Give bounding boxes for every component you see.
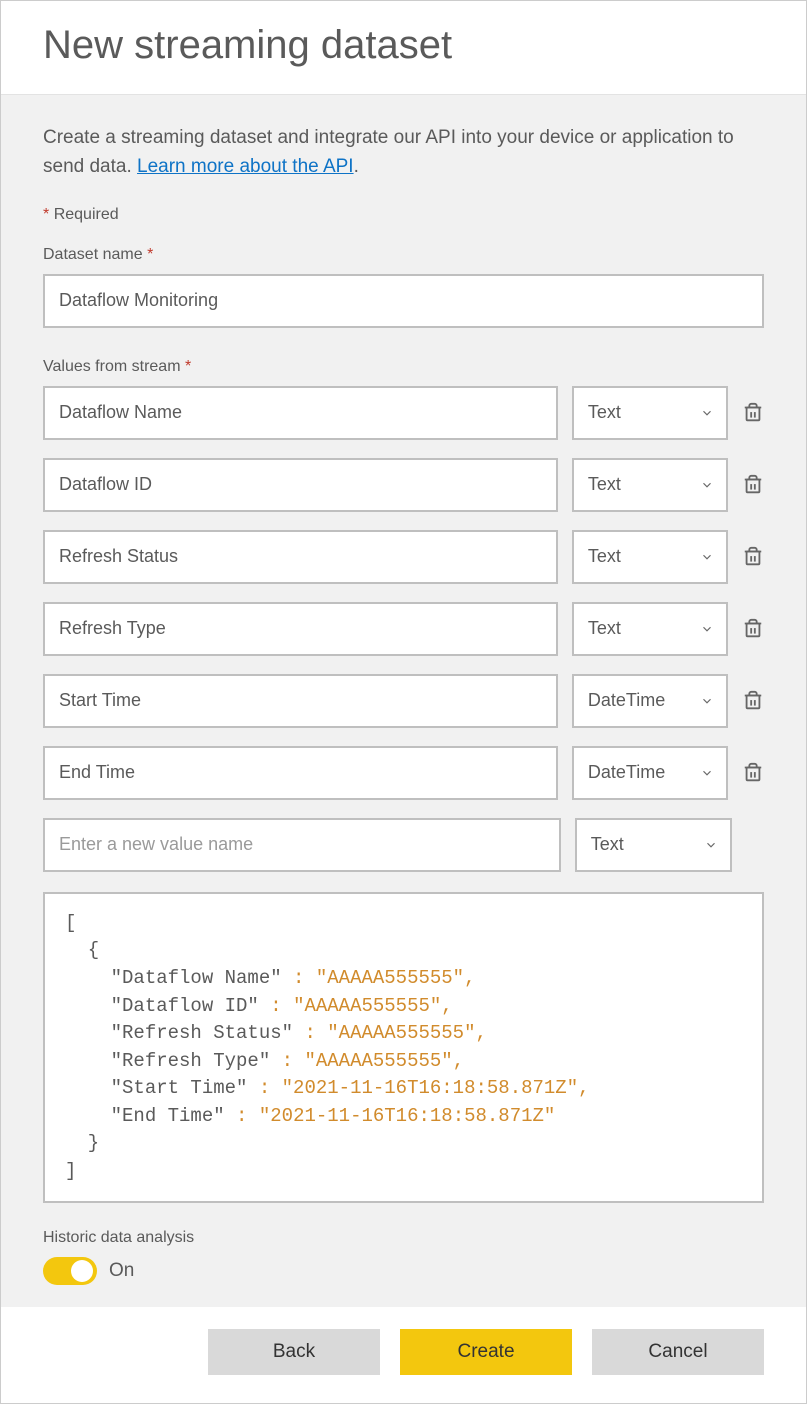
dataset-name-input[interactable] (43, 274, 764, 328)
back-button[interactable]: Back (208, 1329, 380, 1375)
stream-value-type-select[interactable]: Text (572, 386, 728, 440)
dialog-header: New streaming dataset (1, 1, 806, 94)
trash-icon (742, 762, 764, 784)
stream-value-new-name-input[interactable] (43, 818, 561, 872)
trash-icon (742, 474, 764, 496)
stream-value-row: DateTime (43, 674, 764, 728)
stream-value-name-input[interactable] (43, 530, 558, 584)
required-note: * Required (43, 206, 764, 224)
delete-row-button[interactable] (742, 616, 764, 642)
delete-row-button[interactable] (742, 760, 764, 786)
dialog-description: Create a streaming dataset and integrate… (43, 123, 764, 182)
chevron-down-icon (700, 766, 714, 780)
chevron-down-icon (700, 550, 714, 564)
stream-value-name-input[interactable] (43, 602, 558, 656)
trash-icon (742, 546, 764, 568)
chevron-down-icon (700, 694, 714, 708)
stream-value-name-input[interactable] (43, 386, 558, 440)
dataset-name-label: Dataset name * (43, 246, 764, 264)
chevron-down-icon (704, 838, 718, 852)
json-preview-text: [ { "Dataflow Name" : "AAAAA555555", "Da… (65, 910, 742, 1185)
json-preview-block: [ { "Dataflow Name" : "AAAAA555555", "Da… (43, 892, 764, 1203)
trash-icon (742, 618, 764, 640)
create-button[interactable]: Create (400, 1329, 572, 1375)
dialog-title: New streaming dataset (43, 23, 764, 68)
stream-value-type-label: Text (591, 834, 624, 855)
stream-value-row: DateTime (43, 746, 764, 800)
historic-analysis-state: On (109, 1260, 134, 1282)
required-asterisk-icon: * (43, 206, 49, 223)
stream-value-type-label: Text (588, 402, 621, 423)
stream-value-type-select[interactable]: Text (575, 818, 732, 872)
required-asterisk-icon: * (185, 358, 191, 375)
dialog-body: Create a streaming dataset and integrate… (1, 94, 806, 1307)
new-streaming-dataset-dialog: New streaming dataset Create a streaming… (0, 0, 807, 1404)
stream-value-name-input[interactable] (43, 458, 558, 512)
delete-row-button[interactable] (742, 400, 764, 426)
stream-value-row: Text (43, 386, 764, 440)
delete-row-button[interactable] (742, 688, 764, 714)
required-label: Required (54, 206, 119, 223)
trash-icon (742, 402, 764, 424)
historic-analysis-toggle-row: On (43, 1257, 764, 1285)
stream-value-type-label: Text (588, 618, 621, 639)
stream-value-type-label: Text (588, 474, 621, 495)
stream-value-type-select[interactable]: Text (572, 530, 728, 584)
values-from-stream-list: Text Text Text Text DateTime DateTime Text (43, 386, 764, 872)
stream-value-type-select[interactable]: DateTime (572, 674, 728, 728)
stream-value-type-label: DateTime (588, 762, 665, 783)
chevron-down-icon (700, 406, 714, 420)
stream-value-row: Text (43, 530, 764, 584)
dialog-footer: Back Create Cancel (1, 1307, 806, 1403)
toggle-knob (71, 1260, 93, 1282)
chevron-down-icon (700, 478, 714, 492)
delete-row-button[interactable] (742, 472, 764, 498)
trash-icon (742, 690, 764, 712)
stream-value-row: Text (43, 458, 764, 512)
dataset-name-field-group: Dataset name * (43, 246, 764, 328)
values-from-stream-label: Values from stream * (43, 358, 764, 376)
trash-placeholder (746, 832, 764, 858)
stream-value-name-input[interactable] (43, 746, 558, 800)
historic-analysis-label: Historic data analysis (43, 1229, 764, 1247)
stream-value-row: Text (43, 602, 764, 656)
learn-more-link[interactable]: Learn more about the API (137, 156, 354, 177)
required-asterisk-icon: * (147, 246, 153, 263)
stream-value-type-select[interactable]: Text (572, 602, 728, 656)
stream-value-name-input[interactable] (43, 674, 558, 728)
stream-value-type-label: Text (588, 546, 621, 567)
cancel-button[interactable]: Cancel (592, 1329, 764, 1375)
historic-analysis-toggle[interactable] (43, 1257, 97, 1285)
stream-value-type-select[interactable]: Text (572, 458, 728, 512)
chevron-down-icon (700, 622, 714, 636)
stream-value-type-select[interactable]: DateTime (572, 746, 728, 800)
stream-value-new-row: Text (43, 818, 764, 872)
delete-row-button[interactable] (742, 544, 764, 570)
stream-value-type-label: DateTime (588, 690, 665, 711)
description-text-after: . (354, 156, 359, 177)
